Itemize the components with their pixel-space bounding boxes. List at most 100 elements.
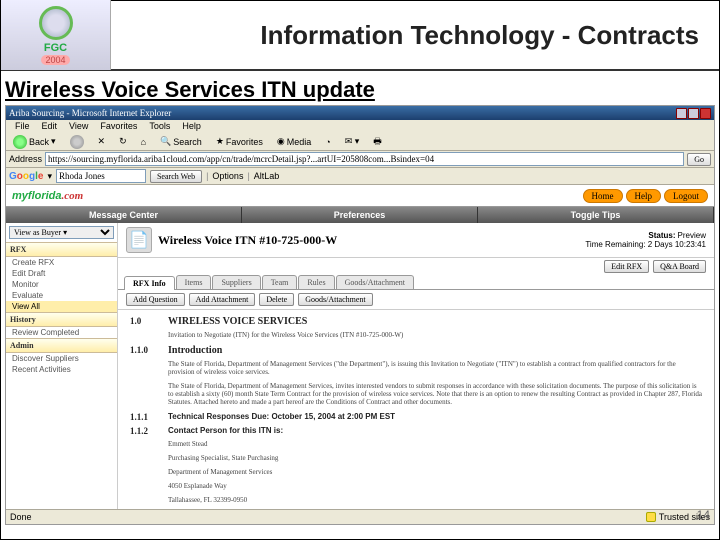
tab-rfx-info[interactable]: RFX Info [124, 276, 175, 290]
add-question-button[interactable]: Add Question [126, 293, 185, 306]
close-button[interactable] [700, 108, 711, 119]
menu-file[interactable]: File [9, 120, 36, 133]
contact-line-2: Department of Management Services [168, 468, 702, 476]
back-icon [13, 135, 27, 149]
maximize-button[interactable] [688, 108, 699, 119]
tab-rules[interactable]: Rules [298, 275, 334, 289]
intro-para-2: The State of Florida, Department of Mana… [168, 382, 702, 406]
nav-preferences[interactable]: Preferences [242, 207, 478, 223]
status-done: Done [10, 512, 32, 522]
address-bar: Address Go [6, 151, 714, 168]
goods-attachment-button[interactable]: Goods/Attachment [298, 293, 372, 306]
heading-1-1-0: Introduction [168, 345, 222, 356]
menu-help[interactable]: Help [176, 120, 207, 133]
sidebar-section-rfx: RFX [6, 242, 117, 257]
search-button[interactable]: 🔍Search [156, 134, 206, 149]
heading-1-0: WIRELESS VOICE SERVICES [168, 316, 307, 327]
forward-icon [70, 135, 84, 149]
google-toolbar: Google▾ Search Web | Options | AltLab [6, 168, 714, 185]
edit-rfx-button[interactable]: Edit RFX [604, 260, 649, 273]
time-remaining: Time Remaining: 2 Days 10:23:41 [585, 240, 706, 249]
sidebar-recent-activities[interactable]: Recent Activities [6, 364, 117, 375]
sidebar-monitor[interactable]: Monitor [6, 279, 117, 290]
window-titlebar[interactable]: Ariba Sourcing - Microsoft Internet Expl… [6, 106, 714, 120]
mail-button[interactable]: ✉ ▾ [341, 134, 364, 149]
document-body: 1.0WIRELESS VOICE SERVICES Invitation to… [118, 310, 714, 509]
contact-line-3: 4050 Esplanade Way [168, 482, 702, 490]
itn-summary: Invitation to Negotiate (ITN) for the Wi… [168, 331, 702, 339]
status-block: Status: Preview Time Remaining: 2 Days 1… [585, 231, 706, 249]
tab-items[interactable]: Items [176, 275, 212, 289]
google-search-input[interactable] [56, 169, 146, 183]
sidebar-discover-suppliers[interactable]: Discover Suppliers [6, 353, 117, 364]
slide-title: Information Technology - Contracts [111, 20, 719, 51]
view-as-select[interactable]: View as Buyer ▾ [9, 226, 114, 239]
contact-line-0: Emmett Stead [168, 440, 702, 448]
logo-text: FGC [44, 42, 67, 54]
logo-year: 2004 [41, 55, 69, 65]
sidebar-section-history: History [6, 312, 117, 327]
contact-line-4: Tallahassee, FL 32399-0950 [168, 496, 702, 504]
menu-edit[interactable]: Edit [36, 120, 64, 133]
document-icon: 📄 [126, 227, 152, 253]
menu-favorites[interactable]: Favorites [94, 120, 143, 133]
menu-tools[interactable]: Tools [143, 120, 176, 133]
brand-logo: myflorida.com [12, 190, 83, 202]
menu-bar: File Edit View Favorites Tools Help [6, 120, 714, 133]
sidebar-section-admin: Admin [6, 338, 117, 353]
help-button-site[interactable]: Help [626, 189, 662, 203]
heading-1-1-2: Contact Person for this ITN is: [168, 426, 283, 436]
go-button[interactable]: Go [687, 153, 711, 166]
rfx-title: Wireless Voice ITN #10-725-000-W [158, 233, 337, 248]
google-options[interactable]: Options [212, 171, 243, 181]
add-attachment-button[interactable]: Add Attachment [189, 293, 256, 306]
menu-view[interactable]: View [63, 120, 94, 133]
forward-button[interactable] [66, 133, 88, 151]
page-number: 14 [697, 508, 710, 522]
sidebar-view-all[interactable]: View All [6, 301, 117, 312]
slide-subtitle: Wireless Voice Services ITN update [1, 71, 719, 105]
sidebar-evaluate[interactable]: Evaluate [6, 290, 117, 301]
back-button[interactable]: Back ▾ [9, 133, 60, 151]
main-tabs: RFX Info Items Suppliers Team Rules Good… [118, 275, 714, 290]
status-bar: Done Trusted sites [6, 509, 714, 524]
media-button[interactable]: ◉Media [273, 134, 315, 149]
nav-tabs: Message Center Preferences Toggle Tips [6, 207, 714, 223]
address-input[interactable] [45, 152, 684, 166]
favorites-button[interactable]: ★Favorites [212, 134, 267, 149]
logo-seal-icon [39, 6, 73, 40]
minimize-button[interactable] [676, 108, 687, 119]
sidebar: View as Buyer ▾ RFX Create RFX Edit Draf… [6, 223, 118, 509]
heading-1-1-1: Technical Responses Due: October 15, 200… [168, 412, 395, 422]
fgc-logo: FGC 2004 [1, 0, 111, 70]
address-label: Address [9, 154, 42, 164]
sidebar-review-completed[interactable]: Review Completed [6, 327, 117, 338]
print-button[interactable]: 🖶 [369, 132, 386, 152]
intro-para-1: The State of Florida, Department of Mana… [168, 360, 702, 376]
tab-team[interactable]: Team [262, 275, 298, 289]
nav-toggle-tips[interactable]: Toggle Tips [478, 207, 714, 223]
home-button-site[interactable]: Home [583, 189, 623, 203]
qa-board-button[interactable]: Q&A Board [653, 260, 706, 273]
home-button[interactable]: ⌂ [137, 135, 150, 149]
delete-button[interactable]: Delete [259, 293, 294, 306]
main-panel: 📄 Wireless Voice ITN #10-725-000-W Statu… [118, 223, 714, 509]
sidebar-create-rfx[interactable]: Create RFX [6, 257, 117, 268]
google-logo-icon: Google [9, 171, 43, 182]
google-altlab[interactable]: AltLab [254, 171, 280, 181]
nav-message-center[interactable]: Message Center [6, 207, 242, 223]
tab-goods[interactable]: Goods/Attachment [336, 275, 414, 289]
google-search-web[interactable]: Search Web [150, 170, 202, 183]
contact-line-1: Purchasing Specialist, State Purchasing [168, 454, 702, 462]
tab-suppliers[interactable]: Suppliers [212, 275, 260, 289]
stop-button[interactable]: ✕ [94, 134, 110, 149]
history-button[interactable]: ◔ [321, 135, 334, 149]
logout-button[interactable]: Logout [664, 189, 708, 203]
lock-icon [646, 512, 656, 522]
refresh-button[interactable]: ↻ [115, 134, 131, 149]
browser-window: Ariba Sourcing - Microsoft Internet Expl… [5, 105, 715, 525]
window-title: Ariba Sourcing - Microsoft Internet Expl… [9, 108, 676, 118]
browser-toolbar: Back ▾ ✕ ↻ ⌂ 🔍Search ★Favorites ◉Media ◔… [6, 133, 714, 151]
sidebar-edit-draft[interactable]: Edit Draft [6, 268, 117, 279]
site-banner: myflorida.com Home Help Logout [6, 185, 714, 207]
